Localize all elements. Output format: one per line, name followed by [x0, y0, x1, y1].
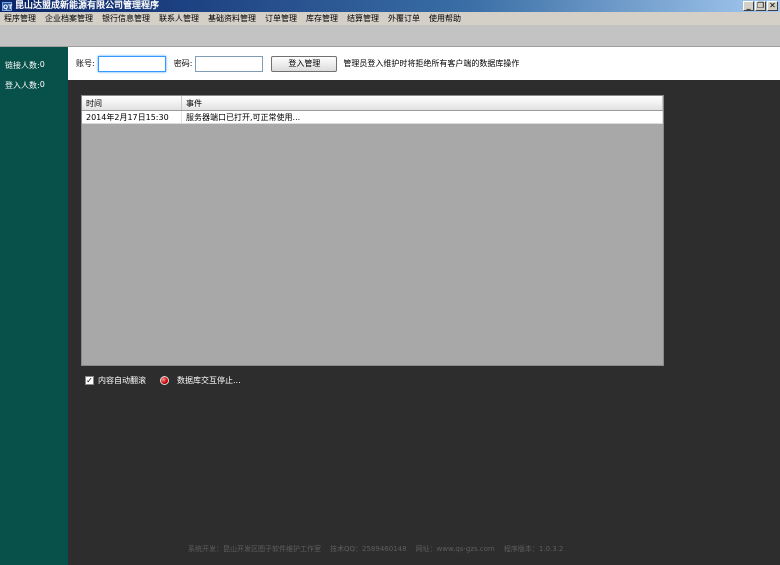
footer-website: 网址：www.qs-gzs.com: [415, 545, 495, 553]
close-button[interactable]: ✕: [767, 1, 778, 11]
menu-basic-data[interactable]: 基础资料管理: [208, 12, 256, 25]
restore-button[interactable]: ❐: [755, 1, 766, 11]
autoscroll-checkbox[interactable]: ✓: [85, 376, 94, 385]
menu-bank-info[interactable]: 银行信息管理: [102, 12, 150, 25]
account-input[interactable]: [97, 55, 166, 72]
app-icon: QT: [2, 1, 13, 11]
login-count-label: 登入人数:: [5, 81, 40, 90]
menu-inventory[interactable]: 库存管理: [306, 12, 338, 25]
menu-outsourced-orders[interactable]: 外覆订单: [388, 12, 420, 25]
menu-program[interactable]: 程序管理: [4, 12, 36, 25]
login-count-value: 0: [39, 80, 45, 89]
footer-version: 程序版本：1.0.3.2: [503, 545, 564, 553]
admin-login-button[interactable]: 登入管理: [271, 55, 338, 72]
menu-contacts[interactable]: 联系人管理: [159, 12, 199, 25]
table-row[interactable]: 2014年2月17日15:30 服务器端口已打开,可正常使用...: [82, 111, 663, 124]
db-status-indicator-icon: [160, 376, 169, 385]
footer: 系统开发：昆山开发区图子软件维护工作室 技术QQ：2589460148 网址：w…: [188, 544, 563, 554]
menu-help[interactable]: 使用帮助: [429, 12, 461, 25]
log-controls: ✓ 内容自动翻滚 数据库交互停止...: [85, 375, 241, 386]
footer-developer: 系统开发：昆山开发区图子软件维护工作室: [188, 545, 321, 553]
menu-company-files[interactable]: 企业档案管理: [45, 12, 93, 25]
column-header-time[interactable]: 时间: [82, 96, 182, 110]
account-label: 账号:: [76, 59, 95, 68]
menu-settlement[interactable]: 结算管理: [347, 12, 379, 25]
event-log-table[interactable]: 时间 事件 2014年2月17日15:30 服务器端口已打开,可正常使用...: [81, 95, 664, 366]
admin-login-note: 管理员登入维护时将拒绝所有客户端的数据库操作: [343, 59, 520, 68]
menu-orders[interactable]: 订单管理: [265, 12, 297, 25]
row-time-cell: 2014年2月17日15:30: [82, 111, 182, 123]
title-bar: QT 昆山达盟成新能源有限公司管理程序 _ ❐ ✕: [0, 0, 780, 12]
window-title: 昆山达盟成新能源有限公司管理程序: [15, 1, 160, 11]
login-count: 登入人数: 0: [5, 80, 68, 91]
sidebar: 链接人数: 0 登入人数: 0: [0, 47, 68, 565]
password-input[interactable]: [195, 55, 264, 72]
minimize-button[interactable]: _: [743, 1, 754, 11]
toolbar-area: [0, 25, 780, 47]
column-header-event[interactable]: 事件: [182, 96, 663, 110]
autoscroll-label[interactable]: 内容自动翻滚: [98, 375, 146, 386]
connection-count-label: 链接人数:: [5, 61, 40, 70]
table-header: 时间 事件: [82, 96, 663, 111]
row-event-cell: 服务器端口已打开,可正常使用...: [182, 111, 663, 123]
db-status-text: 数据库交互停止...: [177, 376, 241, 385]
menu-bar: 程序管理 企业档案管理 银行信息管理 联系人管理 基础资料管理 订单管理 库存管…: [0, 12, 780, 25]
window-controls: _ ❐ ✕: [743, 1, 778, 11]
connection-count: 链接人数: 0: [5, 60, 68, 71]
footer-qq: 技术QQ：2589460148: [330, 545, 407, 553]
connection-count-value: 0: [39, 60, 45, 69]
password-label: 密码:: [173, 59, 193, 68]
admin-login-panel: 账号: 密码: 登入管理 管理员登入维护时将拒绝所有客户端的数据库操作: [68, 47, 780, 80]
